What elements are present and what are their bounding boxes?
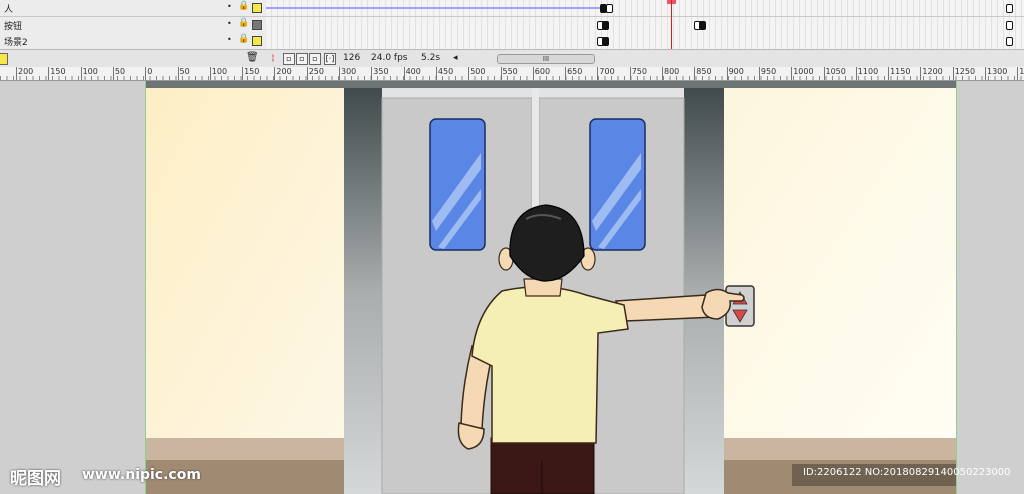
door-frame-left <box>344 88 382 494</box>
ruler-tick-label: 1000 <box>791 67 814 80</box>
timeline-panel: 人 • 🔒 按钮 • 🔒 场景2 • 🔒 🗑 ¦ ▫ ▫ ▫ [·] 126 2… <box>0 0 1024 67</box>
ruler-tick-label: 600 <box>532 67 551 80</box>
ruler-tick-label: 50 <box>177 67 190 80</box>
ruler-tick-label: 1300 <box>984 67 1008 80</box>
ruler-tick-label: 1200 <box>920 67 943 80</box>
frames-row[interactable] <box>266 33 1024 50</box>
onion-skin-icon[interactable]: ▫ <box>283 53 295 65</box>
playhead[interactable] <box>671 0 672 50</box>
ruler-tick-label: 500 <box>468 67 486 80</box>
keyframe[interactable] <box>1006 21 1013 30</box>
ruler-tick-label: 0 <box>145 67 153 80</box>
current-frame: 126 <box>343 53 361 63</box>
watermark-id: ID:2206122 NO:20180829140050223000 <box>803 467 1011 478</box>
ruler-tick-label: 1050 <box>823 67 846 80</box>
outline-square-icon[interactable] <box>252 36 262 46</box>
ruler-tick-label: 350 <box>371 67 389 80</box>
ruler-tick-label: 50 <box>112 67 126 80</box>
layer-name: 人 <box>4 5 14 15</box>
ruler-tick-label: 850 <box>694 67 712 80</box>
layer-row-scene2[interactable]: 场景2 • 🔒 <box>0 33 266 50</box>
onion-outline-icon[interactable]: ▫ <box>296 53 308 65</box>
horizontal-ruler: 200 150 100 50 0 50 100 150 200 250 300 350 400 450 50… <box>0 67 1024 81</box>
ruler-tick-label: 1150 <box>888 67 911 80</box>
ruler-tick-label: 100 <box>80 67 98 80</box>
watermark-site: www.nipic.com <box>82 467 201 483</box>
lock-icon[interactable]: 🔒 <box>238 18 249 28</box>
ruler-tick-label: 150 <box>242 67 260 80</box>
keyframe[interactable] <box>606 4 613 13</box>
timeline-status-bar: 🗑 ¦ ▫ ▫ ▫ [·] 126 24.0 fps 5.2s ◂ III <box>0 49 1024 67</box>
ruler-tick-label: 400 <box>403 67 421 80</box>
ruler-tick-label: 1100 <box>855 67 879 80</box>
timeline-scrollbar[interactable]: III <box>497 54 595 64</box>
left-wall <box>146 88 344 438</box>
stage-canvas[interactable] <box>145 81 957 494</box>
ruler-tick-label: 800 <box>661 67 680 80</box>
window-left <box>429 118 486 251</box>
layer-name: 按钮 <box>4 22 23 32</box>
keyframe[interactable] <box>1006 37 1013 46</box>
keyframe[interactable] <box>699 21 706 30</box>
ruler-tick-label: 1250 <box>952 67 976 80</box>
ruler-tick-label: 650 <box>565 67 583 80</box>
visibility-dot-icon[interactable]: • <box>227 35 232 44</box>
center-frame-icon[interactable]: ¦ <box>268 53 278 63</box>
ruler-tick-label: 300 <box>338 67 357 80</box>
ceiling-strip <box>146 81 956 88</box>
visibility-dot-icon[interactable]: • <box>227 19 232 28</box>
lock-icon[interactable]: 🔒 <box>238 1 249 11</box>
elevator-scene <box>146 81 956 494</box>
ruler-tick-label: 950 <box>758 67 777 80</box>
ruler-tick-label: 700 <box>597 67 615 80</box>
ruler-tick-label: 550 <box>500 67 518 80</box>
ruler-tick-label: 150 <box>48 67 66 80</box>
layer-name: 场景2 <box>4 38 28 48</box>
edit-multiple-frames-icon[interactable]: ▫ <box>309 53 321 65</box>
layer-row-person[interactable]: 人 • 🔒 <box>0 0 266 17</box>
frames-row[interactable] <box>266 17 1024 34</box>
visibility-dot-icon[interactable]: • <box>227 2 232 11</box>
elapsed-time: 5.2s <box>421 53 441 63</box>
ruler-tick-label: 750 <box>629 67 647 80</box>
keyframe[interactable] <box>602 21 609 30</box>
outline-square-icon[interactable] <box>252 20 262 30</box>
lock-icon[interactable]: 🔒 <box>238 34 249 44</box>
keyframe[interactable] <box>1006 4 1013 13</box>
ruler-tick-label: 200 <box>15 67 34 80</box>
trash-icon[interactable]: 🗑 <box>246 53 259 63</box>
ruler-tick-label: 900 <box>726 67 744 80</box>
ruler-tick-label: 1350 <box>1017 67 1024 80</box>
ruler-tick-label: 450 <box>435 67 454 80</box>
ruler-tick-label: 200 <box>274 67 292 80</box>
watermark-logo: 昵图网 <box>10 469 61 489</box>
modify-onion-markers-icon[interactable]: [·] <box>324 53 336 65</box>
layer-row-button[interactable]: 按钮 • 🔒 <box>0 17 266 34</box>
outline-square-icon[interactable] <box>252 3 262 13</box>
ruler-tick-label: 250 <box>306 67 324 80</box>
scroll-left-icon[interactable]: ◂ <box>453 53 458 63</box>
new-layer-icon[interactable] <box>0 53 8 65</box>
frame-rate[interactable]: 24.0 fps <box>371 53 407 63</box>
ruler-tick-label: 100 <box>209 67 228 80</box>
right-wall <box>723 88 956 438</box>
window-right <box>589 118 646 251</box>
keyframe[interactable] <box>602 37 609 46</box>
frames-row[interactable] <box>266 0 1024 17</box>
